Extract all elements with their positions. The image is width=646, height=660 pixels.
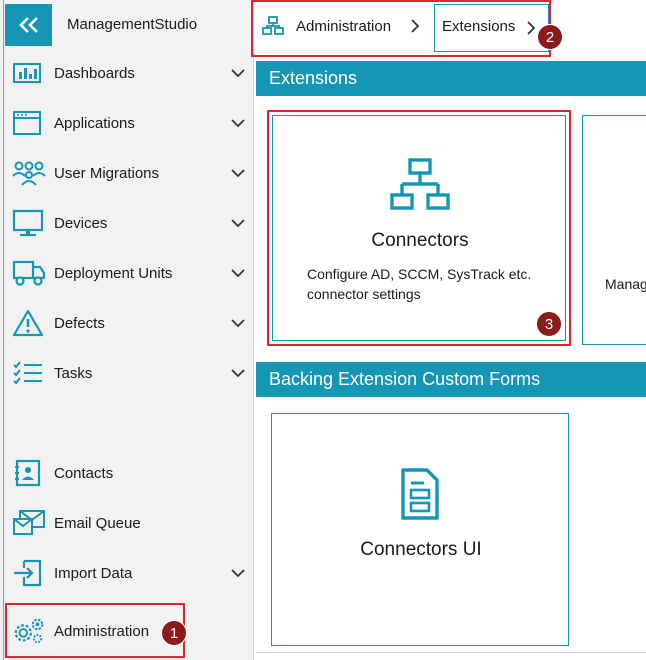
import-icon <box>12 559 46 587</box>
sidebar-item-administration[interactable]: Administration <box>12 616 182 646</box>
double-chevron-left-icon <box>18 17 38 33</box>
callout-badge-1: 1 <box>161 620 187 646</box>
collapse-sidebar-button[interactable] <box>5 4 52 46</box>
sidebar-item-user-migrations[interactable]: User Migrations <box>12 158 248 188</box>
org-chart-icon <box>262 16 284 36</box>
sidebar-edge <box>3 0 4 660</box>
sidebar-item-deployment-units[interactable]: Deployment Units <box>12 258 248 288</box>
gears-icon <box>12 617 46 645</box>
chevron-down-icon[interactable] <box>228 318 248 328</box>
checklist-icon <box>12 359 46 387</box>
sidebar-item-label: Devices <box>54 214 108 232</box>
sidebar-item-label: Defects <box>54 314 105 332</box>
chevron-down-icon[interactable] <box>228 118 248 128</box>
users-icon <box>12 159 46 187</box>
warning-icon <box>12 309 46 337</box>
bar-chart-icon <box>12 59 46 87</box>
chevron-down-icon[interactable] <box>228 218 248 228</box>
sidebar-item-label: Dashboards <box>54 64 135 82</box>
sidebar-item-label: Deployment Units <box>54 264 173 282</box>
connectors-title: Connectors <box>371 230 469 251</box>
chevron-down-icon[interactable] <box>228 168 248 178</box>
chevron-down-icon[interactable] <box>228 568 248 578</box>
form-document-icon <box>400 467 440 526</box>
contact-card-icon <box>12 459 46 487</box>
connectors-ui-title: Connectors UI <box>360 539 482 560</box>
callout-badge-2: 2 <box>537 24 563 50</box>
breadcrumb-item-extensions[interactable]: Extensions <box>442 18 515 35</box>
sidebar-item-label: Email Queue <box>54 514 141 532</box>
sidebar-item-label: Import Data <box>54 564 133 582</box>
sidebar-item-label: Tasks <box>54 364 93 382</box>
sidebar-item-email-queue[interactable]: Email Queue <box>12 508 248 538</box>
connectors-ui-tile[interactable]: Connectors UI <box>271 413 569 646</box>
chevron-right-icon <box>411 19 420 33</box>
truck-icon <box>12 259 46 287</box>
sidebar-item-label: Contacts <box>54 464 114 482</box>
partial-tile-description: Manag <box>605 276 646 292</box>
chevron-down-icon[interactable] <box>228 268 248 278</box>
network-icon <box>389 158 451 217</box>
breadcrumb-item-administration[interactable]: Administration <box>296 18 391 35</box>
connectors-tile[interactable]: Connectors Configure AD, SCCM, SysTrack … <box>272 115 566 341</box>
bottom-divider <box>256 652 646 653</box>
chevron-down-icon[interactable] <box>228 368 248 378</box>
partial-tile[interactable]: Manag <box>582 115 646 345</box>
sidebar-item-label: User Migrations <box>54 164 160 182</box>
chevron-right-icon <box>527 21 536 35</box>
app-title: ManagementStudio <box>67 16 198 33</box>
email-icon <box>12 509 46 537</box>
sidebar-item-devices[interactable]: Devices <box>12 208 248 238</box>
chevron-down-icon[interactable] <box>228 68 248 78</box>
section-header-extensions: Extensions <box>256 61 646 96</box>
monitor-icon <box>12 209 46 237</box>
connectors-description: Configure AD, SCCM, SysTrack etc. connec… <box>307 266 532 302</box>
sidebar-item-applications[interactable]: Applications <box>12 108 248 138</box>
sidebar-item-import-data[interactable]: Import Data <box>12 558 248 588</box>
sidebar-item-label: Applications <box>54 114 135 132</box>
sidebar-item-defects[interactable]: Defects <box>12 308 248 338</box>
sidebar-item-contacts[interactable]: Contacts <box>12 458 248 488</box>
section-header-custom-forms: Backing Extension Custom Forms <box>256 362 646 397</box>
window-icon <box>12 109 46 137</box>
breadcrumb: Administration <box>262 16 420 36</box>
sidebar-item-tasks[interactable]: Tasks <box>12 358 248 388</box>
sidebar-item-dashboards[interactable]: Dashboards <box>12 58 248 88</box>
callout-badge-3: 3 <box>536 311 562 337</box>
